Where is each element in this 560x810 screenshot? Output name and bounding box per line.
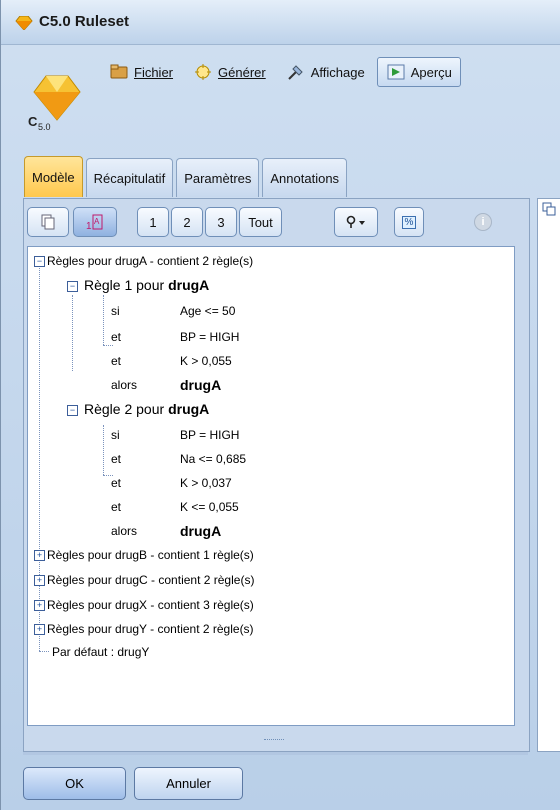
expand-drugB-toggle[interactable]: +: [34, 550, 45, 561]
svg-text:A: A: [94, 217, 100, 226]
rule2-header[interactable]: Règle 2 pour drugA: [84, 399, 209, 419]
preview-icon: [387, 64, 405, 80]
percent-label: %: [401, 215, 417, 229]
folder-icon: [110, 64, 128, 79]
svg-text:C: C: [28, 114, 38, 129]
tree-connector: [103, 425, 104, 475]
options-dropdown-button[interactable]: [334, 207, 378, 237]
menu-generer[interactable]: Générer: [185, 58, 274, 86]
tree-connector: [39, 261, 40, 651]
tree-connector: [72, 295, 73, 371]
expand-drugY-toggle[interactable]: +: [34, 624, 45, 635]
menu-generer-label: Générer: [218, 64, 266, 80]
expand-drugX-toggle[interactable]: +: [34, 600, 45, 611]
tab-parametres[interactable]: Paramètres: [176, 158, 260, 197]
rule1-target: drugA: [168, 277, 210, 293]
rule2-cond-4: K <= 0,055: [180, 500, 239, 514]
group-drugA[interactable]: Règles pour drugA - contient 2 règle(s): [47, 251, 253, 271]
tab-bar: Modèle Récapitulatif Paramètres Annotati…: [24, 156, 348, 198]
view-icon: [288, 65, 303, 80]
title-bar: C5.0 Ruleset: [1, 0, 560, 45]
menu-fichier[interactable]: Fichier: [101, 58, 181, 86]
rule2-then-kw: alors: [111, 524, 138, 538]
info-icon[interactable]: i: [474, 213, 492, 231]
rule1-then-value: drugA: [180, 377, 222, 393]
tab-modele[interactable]: Modèle: [24, 156, 83, 197]
copy-icon: [41, 214, 55, 230]
level-2-button[interactable]: 2: [171, 207, 203, 237]
resize-grip[interactable]: [264, 739, 284, 744]
level-3-button[interactable]: 3: [205, 207, 237, 237]
rule2-kw-2: et: [111, 452, 122, 466]
footer-separator: [23, 752, 528, 755]
menu-affichage-label: Affichage: [310, 64, 365, 80]
collapse-drugA-toggle[interactable]: −: [34, 256, 45, 267]
rule1-cond-2: BP = HIGH: [180, 330, 240, 344]
svg-text:5.0: 5.0: [38, 122, 51, 132]
chevron-down-icon: [346, 215, 365, 228]
level-all-button[interactable]: Tout: [239, 207, 282, 237]
tree-connector: [39, 651, 49, 652]
percent-toggle-button[interactable]: %: [394, 207, 424, 237]
group-drugC[interactable]: Règles pour drugC - contient 2 règle(s): [47, 570, 254, 590]
default-rule[interactable]: Par défaut : drugY: [52, 642, 149, 662]
generate-icon: [195, 64, 212, 80]
tab-recapitulatif[interactable]: Récapitulatif: [85, 158, 174, 197]
tree-connector: [103, 295, 104, 345]
node-icon: [542, 202, 556, 216]
expand-drugC-toggle[interactable]: +: [34, 575, 45, 586]
rule2-head-label: Règle 2 pour: [84, 401, 169, 417]
rule1-cond-3: K > 0,055: [180, 354, 232, 368]
rule2-cond-3: K > 0,037: [180, 476, 232, 490]
menu-apercu-label: Aperçu: [410, 64, 452, 80]
rule2-then-value: drugA: [180, 523, 222, 539]
model-panel: 1A 1 2 3 Tout % i − Règles pour drugA - …: [23, 198, 530, 752]
menu-bar: Fichier Générer Affichage Aperçu: [101, 55, 461, 89]
show-instances-button[interactable]: 1A: [73, 207, 117, 237]
model-window: C5.0 Ruleset C 5.0 Fichier Générer Affic…: [0, 0, 560, 810]
ok-button[interactable]: OK: [23, 767, 126, 800]
rule2-cond-1: BP = HIGH: [180, 428, 240, 442]
rule2-kw-4: et: [111, 500, 122, 514]
model-toolbar: 1A 1 2 3 Tout % i: [24, 199, 529, 249]
rule1-kw-2: et: [111, 330, 122, 344]
window-title: C5.0 Ruleset: [39, 13, 130, 30]
group-drugX[interactable]: Règles pour drugX - contient 3 règle(s): [47, 595, 254, 615]
rule2-kw-3: et: [111, 476, 122, 490]
cancel-button[interactable]: Annuler: [134, 767, 243, 800]
copy-button[interactable]: [27, 207, 69, 237]
instances-icon: 1A: [86, 214, 103, 232]
menu-apercu[interactable]: Aperçu: [376, 57, 461, 87]
level-1-button[interactable]: 1: [137, 207, 169, 237]
menu-fichier-label: Fichier: [134, 64, 174, 80]
rule1-cond-1: Age <= 50: [180, 304, 236, 318]
group-drugY[interactable]: Règles pour drugY - contient 2 règle(s): [47, 619, 254, 639]
rule1-header[interactable]: Règle 1 pour drugA: [84, 275, 209, 295]
collapse-rule2-toggle[interactable]: −: [67, 405, 78, 416]
c50-nugget-icon: C 5.0: [28, 75, 81, 132]
rule1-head-label: Règle 1 pour: [84, 277, 169, 293]
svg-text:1: 1: [86, 221, 92, 232]
collapse-rule1-toggle[interactable]: −: [67, 281, 78, 292]
rule1-kw-3: et: [111, 354, 122, 368]
menu-affichage[interactable]: Affichage: [278, 58, 373, 86]
rule1-then-kw: alors: [111, 378, 138, 392]
diamond-model-icon: [15, 16, 33, 30]
rule2-cond-2: Na <= 0,685: [180, 452, 247, 466]
rule2-kw-1: si: [111, 428, 120, 442]
preview-pane: [537, 198, 560, 752]
rule1-kw-1: si: [111, 304, 120, 318]
tab-annotations[interactable]: Annotations: [262, 158, 348, 197]
rules-tree: − Règles pour drugA - contient 2 règle(s…: [27, 246, 515, 726]
group-drugB[interactable]: Règles pour drugB - contient 1 règle(s): [47, 545, 254, 565]
rule2-target: drugA: [168, 401, 210, 417]
